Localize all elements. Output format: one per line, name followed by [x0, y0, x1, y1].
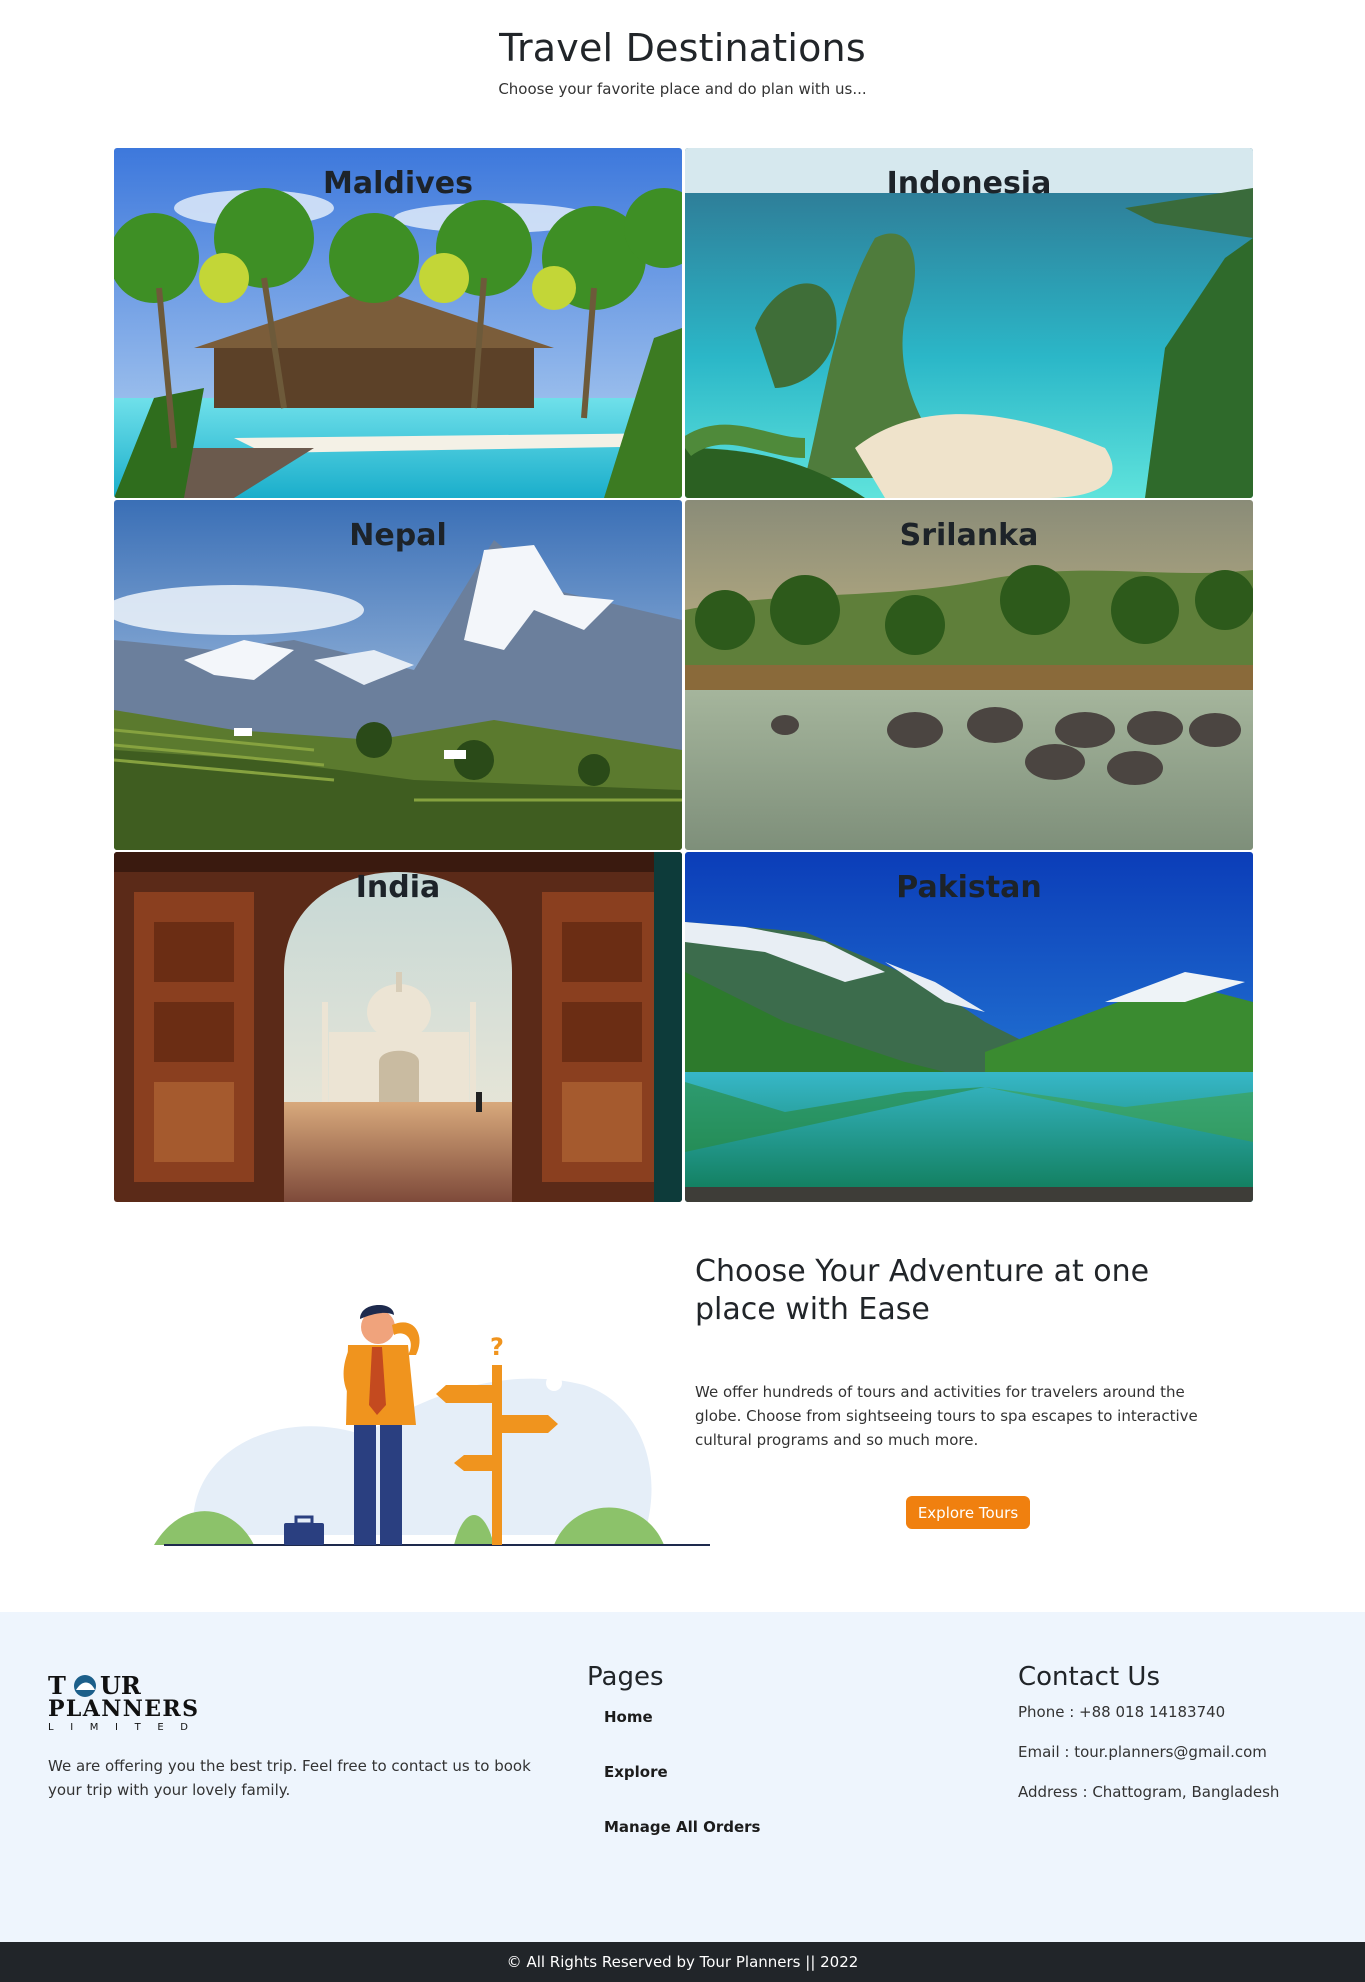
adventure-title: Choose Your Adventure at one place with …	[695, 1254, 1150, 1327]
destination-label: Srilanka	[899, 518, 1039, 553]
adventure-illustration: ?	[154, 1304, 710, 1546]
footer-pages: Pages Home Explore Manage All Orders	[587, 1662, 760, 1873]
footer-link-explore[interactable]: Explore	[604, 1763, 760, 1781]
adventure-description: We offer hundreds of tours and activitie…	[695, 1383, 1198, 1449]
destination-card-srilanka[interactable]: Srilanka	[685, 500, 1253, 850]
destination-label: Pakistan	[896, 870, 1042, 905]
footer: T UR PLANNERS L I M I T E D We are offer…	[0, 1612, 1365, 1942]
destination-card-indonesia[interactable]: Indonesia	[685, 148, 1253, 498]
page-title: Travel Destinations	[499, 26, 866, 70]
footer-link-manage-all-orders[interactable]: Manage All Orders	[604, 1818, 760, 1836]
destination-card-india[interactable]: India	[114, 852, 682, 1202]
footer-link-home[interactable]: Home	[604, 1708, 760, 1726]
footer-about-text: We are offering you the best trip. Feel …	[48, 1757, 531, 1799]
destination-label: Maldives	[323, 166, 473, 201]
contact-phone: Phone : +88 018 14183740	[1018, 1703, 1226, 1721]
adventure-text: Choose Your Adventure at one place with …	[695, 1253, 1235, 1452]
contact-address: Address : Chattogram, Bangladesh	[1018, 1783, 1280, 1801]
footer-contact: Contact Us Phone : +88 018 14183740 Emai…	[1018, 1662, 1279, 1812]
tour-planners-logo: T UR PLANNERS L I M I T E D	[48, 1671, 198, 1733]
pages-heading: Pages	[587, 1662, 664, 1692]
pages-list: Home Explore Manage All Orders	[604, 1708, 760, 1836]
svg-text:?: ?	[490, 1333, 504, 1361]
page-header: Travel Destinations Choose your favorite…	[0, 26, 1365, 98]
destination-card-nepal[interactable]: Nepal	[114, 500, 682, 850]
destinations-grid: Maldives Indonesia Nepal Srilanka India …	[114, 148, 1253, 1202]
destination-label: Nepal	[349, 518, 447, 553]
contact-heading: Contact Us	[1018, 1662, 1160, 1692]
destination-label: Indonesia	[886, 166, 1052, 201]
adventure-section: ? Choose Your Adventure at one place wit…	[114, 1245, 1253, 1575]
svg-text:L I M I T E D: L I M I T E D	[48, 1722, 188, 1733]
destination-label: India	[355, 870, 441, 905]
svg-text:PLANNERS: PLANNERS	[48, 1696, 198, 1722]
copyright-bar: © All Rights Reserved by Tour Planners |…	[0, 1942, 1365, 1982]
contact-email: Email : tour.planners@gmail.com	[1018, 1743, 1267, 1761]
page-subtitle: Choose your favorite place and do plan w…	[498, 79, 867, 98]
destination-card-maldives[interactable]: Maldives	[114, 148, 682, 498]
destination-card-pakistan[interactable]: Pakistan	[685, 852, 1253, 1202]
explore-tours-button[interactable]: Explore Tours	[906, 1496, 1030, 1529]
